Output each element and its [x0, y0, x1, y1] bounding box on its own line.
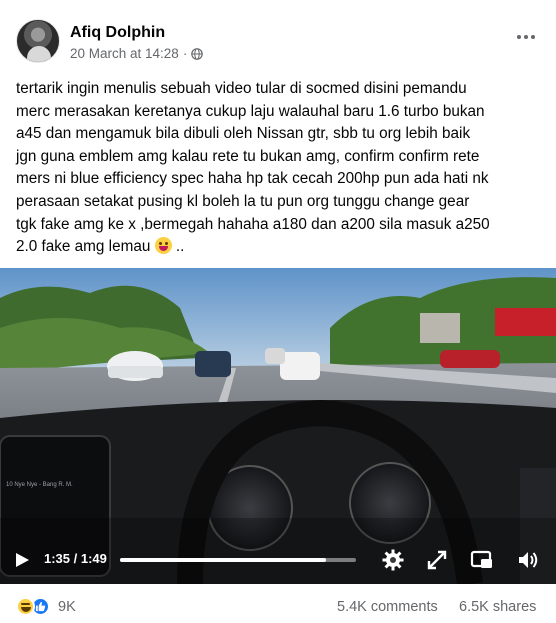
post-header: Afiq Dolphin 20 March at 14:28 · [0, 0, 556, 70]
author-name[interactable]: Afiq Dolphin [70, 24, 165, 42]
avatar[interactable] [16, 19, 60, 63]
video-progress-bar[interactable] [120, 558, 356, 562]
volume-icon[interactable] [516, 548, 540, 572]
grinning-tongue-emoji-icon [154, 237, 172, 255]
haha-reaction-icon [16, 597, 35, 616]
post-body-text: tertarik ingin menulis sebuah video tula… [16, 80, 490, 256]
post-meta: 20 March at 14:28 · [70, 46, 204, 61]
more-options-icon[interactable] [514, 30, 538, 44]
comments-count[interactable]: 5.4K comments [337, 599, 438, 615]
meta-separator: · [182, 46, 188, 61]
post-text: tertarik ingin menulis sebuah video tula… [16, 78, 546, 259]
reactions-summary[interactable]: 9K [16, 597, 76, 616]
video-progress-fill [120, 558, 326, 562]
post-timestamp[interactable]: 20 March at 14:28 [70, 46, 179, 61]
settings-icon[interactable] [381, 548, 405, 572]
shares-count[interactable]: 6.5K shares [459, 599, 536, 615]
post-text-end: .. [171, 238, 185, 256]
reaction-count: 9K [58, 598, 76, 615]
globe-icon [191, 47, 204, 60]
video-time: 1:35 / 1:49 [44, 551, 107, 566]
video-frame: 10 Nye Nye - Bang R. M. [0, 268, 556, 584]
picture-in-picture-icon[interactable] [470, 548, 494, 572]
infotainment-text: 10 Nye Nye - Bang R. M. [6, 482, 73, 488]
play-icon[interactable] [14, 552, 30, 568]
video-player[interactable]: 10 Nye Nye - Bang R. M. [0, 268, 556, 584]
fullscreen-icon[interactable] [425, 548, 449, 572]
